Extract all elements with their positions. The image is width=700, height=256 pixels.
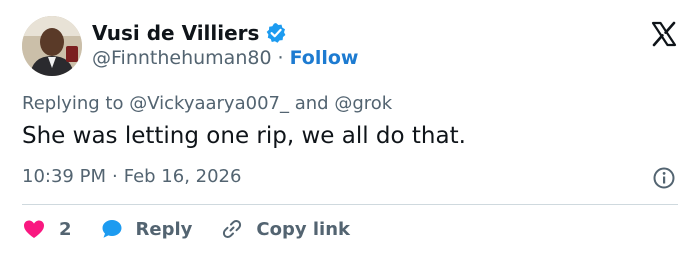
- timestamp[interactable]: 10:39 PM · Feb 16, 2026: [22, 166, 241, 187]
- copy-link-button[interactable]: Copy link: [220, 217, 350, 241]
- reply-conjunction: and: [294, 93, 329, 114]
- reply-prefix: Replying to: [22, 93, 124, 114]
- info-icon[interactable]: [652, 166, 676, 190]
- heart-icon: [22, 217, 46, 241]
- avatar[interactable]: [22, 16, 82, 76]
- author-display-name[interactable]: Vusi de Villiers: [92, 21, 259, 45]
- author-name-row: Vusi de Villiers: [92, 20, 287, 46]
- tweet-time: 10:39 PM: [22, 166, 106, 187]
- author-handle-row: @Finnthehuman80 · Follow: [92, 47, 359, 69]
- like-count: 2: [59, 218, 72, 240]
- like-button[interactable]: 2: [22, 217, 72, 241]
- handle-separator: ·: [277, 47, 284, 69]
- date-separator: ·: [111, 166, 118, 187]
- reply-context: Replying to @Vickyaarya007_ and @grok: [22, 93, 392, 114]
- reply-button[interactable]: Reply: [100, 217, 193, 241]
- link-icon: [220, 217, 244, 241]
- author-handle[interactable]: @Finnthehuman80: [92, 47, 272, 69]
- copy-link-label: Copy link: [256, 218, 350, 240]
- reply-label: Reply: [135, 218, 193, 240]
- mention-link[interactable]: @grok: [334, 93, 392, 114]
- tweet-text: She was letting one rip, we all do that.: [22, 123, 466, 149]
- mention-link[interactable]: @Vickyaarya007_: [129, 93, 289, 114]
- action-bar: 2 Reply Copy link: [22, 214, 350, 244]
- x-logo-icon[interactable]: [650, 20, 678, 48]
- speech-bubble-icon: [100, 217, 124, 241]
- tweet-date: Feb 16, 2026: [123, 166, 242, 187]
- verified-badge-icon: [265, 22, 287, 44]
- divider: [22, 204, 678, 205]
- follow-button[interactable]: Follow: [290, 47, 359, 69]
